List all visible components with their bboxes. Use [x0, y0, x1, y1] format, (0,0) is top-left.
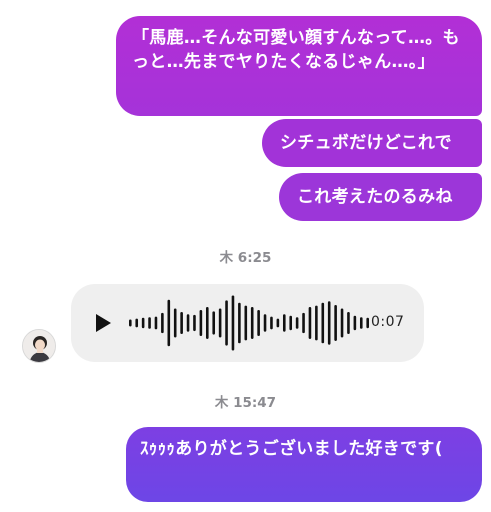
waveform-bar — [295, 317, 299, 329]
waveform-bar — [302, 312, 305, 334]
message-text: シチュボだけどこれで — [280, 133, 452, 153]
waveform-bar — [270, 316, 273, 330]
waveform-bar — [199, 309, 203, 337]
waveform-bar — [359, 317, 363, 329]
message-text: 「馬鹿…そんな可愛い顔すんなって…。もっと…先までヤりたくなるじゃん…。」 — [132, 28, 460, 72]
waveform-bar — [173, 308, 177, 338]
waveform-bar — [308, 307, 312, 339]
voice-message[interactable]: 0:07 — [71, 284, 424, 362]
waveform-bar — [282, 314, 286, 332]
play-icon[interactable] — [93, 313, 113, 333]
message-text: ｽｩｩｩありがとうございました好きです( — [140, 439, 443, 459]
outgoing-message-2[interactable]: シチュボだけどこれで — [262, 119, 482, 167]
waveform-bar — [205, 307, 209, 339]
waveform-bar — [263, 314, 267, 332]
waveform-bar — [141, 317, 145, 329]
outgoing-message-1[interactable]: 「馬鹿…そんな可愛い顔すんなって…。もっと…先までヤりたくなるじゃん…。」 — [116, 16, 482, 116]
waveform-bar — [250, 307, 254, 339]
waveform-bar — [315, 305, 318, 341]
waveform-bar — [180, 311, 183, 335]
waveform-bar — [148, 317, 151, 329]
waveform-bar — [161, 312, 164, 334]
waveform-bar — [193, 314, 196, 332]
waveform-bar — [340, 308, 344, 338]
avatar[interactable] — [22, 329, 56, 363]
waveform-bar — [186, 314, 190, 332]
avatar-image — [23, 330, 55, 362]
timestamp: 木 15:47 — [214, 395, 277, 411]
waveform[interactable] — [129, 294, 369, 352]
waveform-bar — [225, 300, 228, 346]
timestamp: 木 6:25 — [219, 250, 272, 266]
waveform-bar — [289, 315, 293, 331]
waveform-bar — [366, 317, 369, 329]
waveform-bar — [129, 319, 132, 327]
waveform-bar — [334, 305, 337, 341]
waveform-bar — [135, 318, 139, 328]
waveform-bar — [321, 302, 325, 344]
outgoing-message-3[interactable]: これ考えたのるみね — [279, 173, 482, 221]
waveform-bar — [167, 299, 171, 347]
voice-duration: 0:07 — [371, 314, 405, 330]
waveform-bar — [347, 311, 350, 335]
waveform-bar — [154, 316, 158, 330]
waveform-bar — [327, 301, 331, 345]
waveform-bar — [257, 309, 260, 337]
outgoing-message-4[interactable]: ｽｩｩｩありがとうございました好きです( — [126, 427, 482, 502]
waveform-bar — [231, 295, 235, 351]
waveform-bar — [212, 311, 216, 335]
waveform-bar — [238, 302, 241, 344]
message-text: これ考えたのるみね — [297, 187, 453, 207]
waveform-bar — [353, 315, 357, 331]
waveform-bar — [276, 318, 280, 328]
waveform-bar — [244, 305, 248, 341]
waveform-bar — [218, 308, 222, 338]
